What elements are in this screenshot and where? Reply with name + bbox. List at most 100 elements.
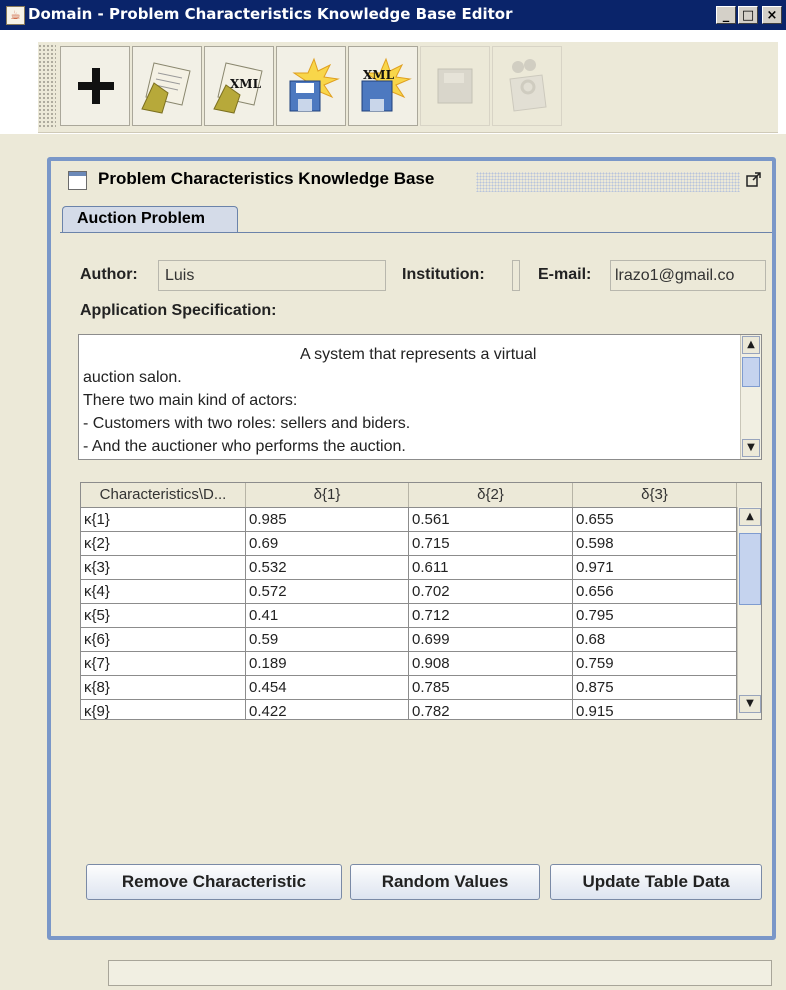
institution-label: Institution: bbox=[402, 266, 485, 283]
table-cell[interactable]: 0.189 bbox=[246, 652, 409, 676]
table-cell[interactable]: 0.702 bbox=[409, 580, 573, 604]
table-cell[interactable]: 0.712 bbox=[409, 604, 573, 628]
table-scroll-up-icon[interactable]: ▲ bbox=[739, 508, 761, 526]
table-row[interactable]: κ{8} 0.454 0.785 0.875 bbox=[81, 676, 737, 700]
table-cell[interactable]: κ{5} bbox=[81, 604, 246, 628]
settings-document-icon bbox=[509, 59, 547, 112]
main-toolbar: XML XML bbox=[38, 42, 778, 133]
save-icon bbox=[289, 57, 340, 112]
table-cell[interactable]: 0.985 bbox=[246, 508, 409, 532]
table-cell[interactable]: 0.785 bbox=[409, 676, 573, 700]
xml-save-badge-text: XML bbox=[363, 68, 395, 82]
table-cell[interactable]: 0.611 bbox=[409, 556, 573, 580]
xml-badge-text: XML bbox=[230, 77, 262, 91]
institution-field[interactable] bbox=[512, 260, 520, 291]
table-cell[interactable]: 0.915 bbox=[573, 700, 737, 719]
title-bar[interactable]: ☕ Domain - Problem Characteristics Knowl… bbox=[0, 0, 786, 30]
close-button[interactable]: × bbox=[762, 6, 782, 24]
toolbar-grip[interactable] bbox=[38, 44, 56, 128]
tab-divider bbox=[60, 232, 772, 233]
table-row[interactable]: κ{3} 0.532 0.611 0.971 bbox=[81, 556, 737, 580]
maximize-button[interactable]: □ bbox=[738, 6, 758, 24]
table-header-corner bbox=[737, 483, 761, 508]
table-row[interactable]: κ{4} 0.572 0.702 0.656 bbox=[81, 580, 737, 604]
table-cell[interactable]: κ{4} bbox=[81, 580, 246, 604]
spec-scrollbar[interactable]: ▲ ▼ bbox=[740, 335, 761, 459]
column-header[interactable]: δ{1} bbox=[246, 483, 409, 507]
table-cell[interactable]: 0.971 bbox=[573, 556, 737, 580]
disabled-button-2[interactable] bbox=[492, 46, 562, 126]
table-row[interactable]: κ{7} 0.189 0.908 0.759 bbox=[81, 652, 737, 676]
table-scrollbar[interactable]: ▲ ▼ bbox=[737, 507, 761, 719]
table-row[interactable]: κ{1} 0.985 0.561 0.655 bbox=[81, 508, 737, 532]
table-cell[interactable]: 0.572 bbox=[246, 580, 409, 604]
table-cell[interactable]: 0.68 bbox=[573, 628, 737, 652]
save-button[interactable] bbox=[276, 46, 346, 126]
author-field[interactable]: Luis bbox=[158, 260, 386, 291]
table-cell[interactable]: κ{9} bbox=[81, 700, 246, 719]
table-cell[interactable]: 0.715 bbox=[409, 532, 573, 556]
column-header[interactable]: δ{3} bbox=[573, 483, 737, 507]
table-cell[interactable]: 0.908 bbox=[409, 652, 573, 676]
table-cell[interactable]: κ{6} bbox=[81, 628, 246, 652]
table-cell[interactable]: 0.795 bbox=[573, 604, 737, 628]
table-row[interactable]: κ{2} 0.69 0.715 0.598 bbox=[81, 532, 737, 556]
table-cell[interactable]: 0.422 bbox=[246, 700, 409, 719]
random-values-button[interactable]: Random Values bbox=[350, 864, 540, 900]
table-cell[interactable]: 0.759 bbox=[573, 652, 737, 676]
table-row[interactable]: κ{5} 0.41 0.712 0.795 bbox=[81, 604, 737, 628]
tab-auction-problem[interactable]: Auction Problem bbox=[62, 206, 238, 232]
table-cell[interactable]: 0.69 bbox=[246, 532, 409, 556]
tab-label: Auction Problem bbox=[77, 210, 206, 227]
status-bar bbox=[108, 960, 772, 986]
table-scroll-thumb[interactable] bbox=[739, 533, 761, 605]
table-cell[interactable]: 0.454 bbox=[246, 676, 409, 700]
table-cell[interactable]: 0.532 bbox=[246, 556, 409, 580]
xml-document-icon: XML bbox=[213, 62, 263, 114]
frame-title-texture bbox=[476, 172, 740, 192]
open-button[interactable] bbox=[132, 46, 202, 126]
table-body: κ{1} 0.985 0.561 0.655 κ{2} 0.69 0.715 0… bbox=[81, 508, 737, 719]
table-cell[interactable]: 0.655 bbox=[573, 508, 737, 532]
table-cell[interactable]: κ{7} bbox=[81, 652, 246, 676]
frame-title: Problem Characteristics Knowledge Base bbox=[98, 169, 435, 188]
table-cell[interactable]: 0.782 bbox=[409, 700, 573, 719]
save-xml-button[interactable]: XML bbox=[348, 46, 418, 126]
table-cell[interactable]: 0.656 bbox=[573, 580, 737, 604]
table-cell[interactable]: κ{8} bbox=[81, 676, 246, 700]
email-field[interactable]: lrazo1@gmail.co bbox=[610, 260, 766, 291]
table-cell[interactable]: κ{2} bbox=[81, 532, 246, 556]
column-header[interactable]: δ{2} bbox=[409, 483, 573, 507]
table-cell[interactable]: 0.59 bbox=[246, 628, 409, 652]
table-cell[interactable]: 0.875 bbox=[573, 676, 737, 700]
table-header: Characteristics\D... δ{1} δ{2} δ{3} bbox=[81, 483, 737, 508]
open-document-icon bbox=[141, 62, 191, 114]
table-scroll-down-icon[interactable]: ▼ bbox=[739, 695, 761, 713]
scroll-up-arrow-icon[interactable]: ▲ bbox=[742, 336, 760, 354]
floppy-icon bbox=[437, 68, 473, 104]
characteristics-table[interactable]: Characteristics\D... δ{1} δ{2} δ{3} κ{1}… bbox=[80, 482, 762, 720]
open-xml-button[interactable]: XML bbox=[204, 46, 274, 126]
table-row[interactable]: κ{6} 0.59 0.699 0.68 bbox=[81, 628, 737, 652]
maximize-frame-icon[interactable] bbox=[746, 172, 762, 188]
table-cell[interactable]: 0.699 bbox=[409, 628, 573, 652]
email-label: E-mail: bbox=[538, 266, 592, 283]
spec-scroll-thumb[interactable] bbox=[742, 357, 760, 387]
internal-frame-titlebar[interactable]: Problem Characteristics Knowledge Base bbox=[64, 168, 772, 198]
table-cell[interactable]: κ{1} bbox=[81, 508, 246, 532]
java-app-icon[interactable]: ☕ bbox=[6, 6, 25, 25]
remove-characteristic-button[interactable]: Remove Characteristic bbox=[86, 864, 342, 900]
new-button[interactable] bbox=[60, 46, 130, 126]
disabled-button-1[interactable] bbox=[420, 46, 490, 126]
minimize-button[interactable]: _ bbox=[716, 6, 736, 24]
update-table-data-button[interactable]: Update Table Data bbox=[550, 864, 762, 900]
column-header[interactable]: Characteristics\D... bbox=[81, 483, 246, 507]
table-cell[interactable]: κ{3} bbox=[81, 556, 246, 580]
spec-textarea[interactable]: A system that represents a virtual aucti… bbox=[78, 334, 762, 460]
table-cell[interactable]: 0.598 bbox=[573, 532, 737, 556]
table-cell[interactable]: 0.561 bbox=[409, 508, 573, 532]
table-row[interactable]: κ{9} 0.422 0.782 0.915 bbox=[81, 700, 737, 719]
frame-window-icon bbox=[68, 171, 87, 190]
scroll-down-arrow-icon[interactable]: ▼ bbox=[742, 439, 760, 457]
table-cell[interactable]: 0.41 bbox=[246, 604, 409, 628]
